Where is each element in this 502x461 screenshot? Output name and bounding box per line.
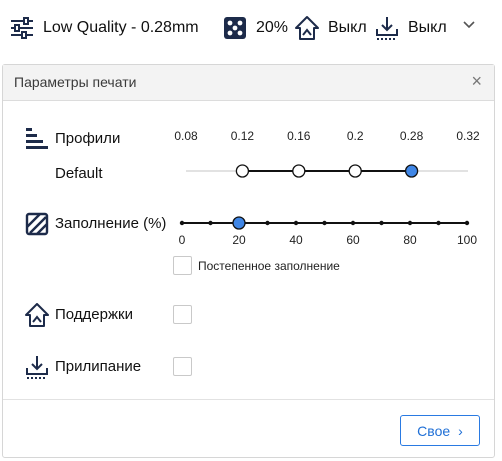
profile-slider-stop[interactable] (348, 164, 362, 178)
infill-slider-tick (265, 220, 270, 226)
infill-pattern-icon (224, 17, 246, 39)
infill-icon (25, 212, 49, 236)
infill-slider-tick (293, 220, 299, 226)
support-icon (25, 303, 49, 327)
infill-summary[interactable]: 20% (222, 14, 288, 42)
support-summary-value: Выкл (328, 19, 367, 36)
profile-slider-handle[interactable] (404, 164, 419, 178)
infill-slider-tick (208, 220, 213, 226)
infill-slider-tick (407, 220, 413, 226)
infill-tick-label: 60 (346, 233, 360, 247)
close-icon[interactable]: × (471, 71, 482, 91)
custom-settings-button[interactable]: Свое › (400, 415, 480, 446)
adhesion-icon (26, 356, 48, 379)
profiles-default-label: Default (55, 165, 103, 182)
adhesion-summary[interactable]: Выкл (374, 14, 447, 42)
footer-divider (3, 399, 494, 400)
adhesion-checkbox[interactable] (173, 357, 192, 376)
profiles-label: Профили (55, 130, 121, 147)
chevron-down-icon[interactable] (462, 18, 476, 32)
adhesion-summary-value: Выкл (408, 19, 447, 36)
infill-slider-tick (464, 220, 470, 226)
adhesion-icon (376, 17, 398, 40)
profile-summary[interactable]: Low Quality - 0.28mm (9, 14, 199, 42)
infill-tick-label: 0 (178, 233, 186, 247)
infill-slider-tick (350, 220, 356, 226)
sliders-icon (11, 17, 33, 39)
profile-tick-label: 0.16 (287, 129, 311, 143)
adhesion-label: Прилипание (55, 358, 142, 375)
support-icon (295, 16, 319, 40)
panel-header: Параметры печати × (3, 65, 494, 101)
infill-slider-tick (436, 220, 441, 226)
infill-slider-tick (179, 220, 185, 226)
infill-tick-label: 80 (403, 233, 417, 247)
infill-tick-label: 100 (456, 233, 478, 247)
infill-slider[interactable] (173, 213, 473, 233)
profile-tick-label: 0.28 (399, 129, 424, 143)
profile-tick-label: 0.12 (230, 129, 255, 143)
gradual-infill-label: Постепенное заполнение (198, 259, 340, 273)
profile-tick-label: 0.08 (174, 129, 198, 143)
print-settings-panel: Параметры печати × Профили Default 0.08 0… (2, 64, 495, 458)
gradual-infill-checkbox[interactable] (173, 256, 192, 275)
infill-tick-label: 20 (232, 233, 246, 247)
profiles-icon (26, 128, 48, 149)
profile-slider-stop[interactable] (235, 164, 250, 178)
profile-tick-label: 0.2 (346, 129, 364, 143)
custom-settings-button-label: Свое (417, 422, 451, 439)
profile-slider-stop[interactable] (292, 164, 306, 178)
infill-slider-tick (379, 220, 384, 226)
support-checkbox[interactable] (173, 305, 192, 324)
chevron-right-icon: › (458, 422, 463, 439)
print-setup-summary-bar[interactable]: Low Quality - 0.28mm 20% Выкл Выкл (0, 0, 502, 56)
infill-tick-label: 40 (289, 233, 303, 247)
infill-slider-tick (322, 220, 327, 226)
panel-title: Параметры печати (14, 74, 137, 90)
support-summary[interactable]: Выкл (294, 14, 367, 42)
layer-height-slider[interactable] (173, 161, 473, 181)
infill-summary-value: 20% (256, 19, 289, 36)
support-label: Поддержки (55, 306, 133, 323)
profile-summary-label: Low Quality - 0.28mm (43, 19, 199, 36)
profile-tick-label: 0.32 (456, 129, 480, 143)
infill-slider-handle[interactable] (232, 216, 246, 230)
infill-label: Заполнение (%) (55, 215, 167, 232)
